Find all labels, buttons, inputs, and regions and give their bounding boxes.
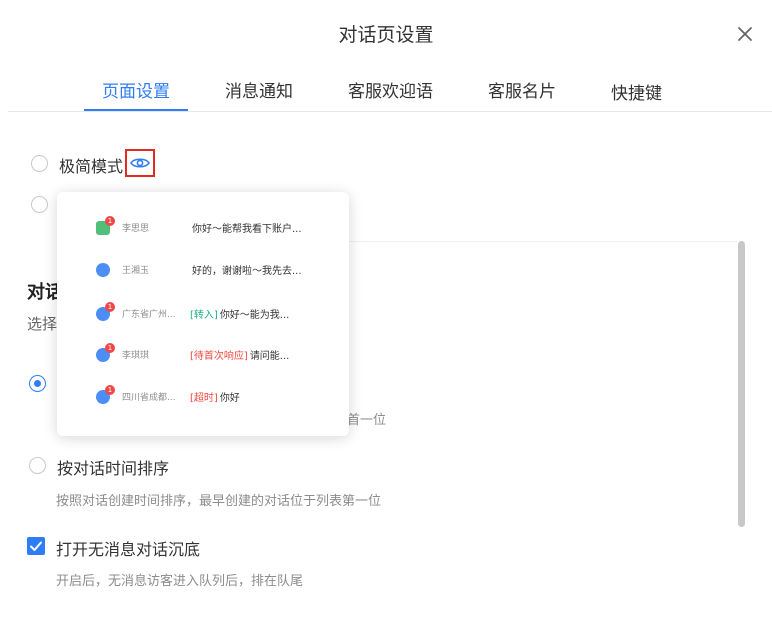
preview-row-message: [转入] 你好～能为我... bbox=[190, 306, 289, 321]
preview-row-message: [超时] 你好 bbox=[190, 389, 240, 404]
preview-row-name: 王湘玉 bbox=[122, 266, 150, 276]
sink-checkbox[interactable] bbox=[27, 537, 45, 555]
preview-row-name: 李思思 bbox=[122, 224, 150, 234]
unread-badge: 1 bbox=[105, 343, 115, 353]
preview-row-text: 好的，谢谢啦～我先去... bbox=[192, 266, 302, 277]
tab-divider bbox=[8, 111, 772, 112]
preview-popup: 1 李思思 你好～能帮我看下账户... 王湘玉 好的，谢谢啦～我先去... 1 … bbox=[57, 192, 349, 436]
preview-row-name: 广东省广州... bbox=[122, 310, 176, 320]
preview-row-tag: [超时] bbox=[190, 393, 218, 404]
sort-by-time-desc: 按照对话创建时间排序，最早创建的对话位于列表第一位 bbox=[56, 494, 382, 509]
eye-icon bbox=[130, 158, 150, 168]
preview-row-text: 你好 bbox=[219, 393, 240, 404]
dialog-title: 对话页设置 bbox=[338, 24, 434, 46]
tab-message-notice[interactable]: 消息通知 bbox=[225, 77, 293, 102]
preview-row-message: 好的，谢谢啦～我先去... bbox=[190, 262, 302, 277]
sort-by-time-label: 按对话时间排序 bbox=[57, 459, 170, 478]
preview-row-name: 李琪琪 bbox=[122, 351, 150, 361]
preview-row: 1 李琪琪 [待首次响应] 请问能... bbox=[57, 343, 349, 373]
tab-bar: 页面设置 消息通知 客服欢迎语 客服名片 快捷键 bbox=[0, 70, 772, 114]
avatar bbox=[96, 263, 110, 277]
tab-shortcuts[interactable]: 快捷键 bbox=[611, 79, 662, 104]
preview-row-text: 请问能... bbox=[249, 351, 290, 362]
minimal-mode-radio[interactable] bbox=[31, 155, 48, 172]
preview-row-name: 四川省成都... bbox=[122, 393, 176, 403]
preview-row-message: 你好～能帮我看下账户... bbox=[190, 220, 302, 235]
tab-agent-card[interactable]: 客服名片 bbox=[488, 77, 556, 102]
unread-badge: 1 bbox=[105, 385, 115, 395]
sort-option1-desc: 首一位 bbox=[347, 413, 387, 428]
scrollbar-thumb[interactable] bbox=[738, 241, 745, 527]
sort-by-time-radio[interactable] bbox=[29, 457, 46, 474]
preview-row-tag: [转入] bbox=[190, 310, 218, 321]
preview-row: 1 广东省广州... [转入] 你好～能为我... bbox=[57, 302, 349, 332]
minimal-mode-label: 极简模式 bbox=[59, 157, 124, 176]
preview-highlight-box[interactable] bbox=[125, 149, 155, 177]
preview-row: 王湘玉 好的，谢谢啦～我先去... bbox=[57, 258, 349, 288]
preview-row: 1 四川省成都... [超时] 你好 bbox=[57, 385, 349, 415]
sink-label: 打开无消息对话沉底 bbox=[56, 540, 201, 559]
preview-row-message: [待首次响应] 请问能... bbox=[190, 347, 289, 362]
standard-mode-radio[interactable] bbox=[31, 196, 48, 213]
sort-option1-radio[interactable] bbox=[29, 375, 46, 392]
checkmark-icon bbox=[30, 541, 42, 551]
preview-row-text: 你好～能帮我看下账户... bbox=[192, 224, 302, 235]
sink-desc: 开启后，无消息访客进入队列后，排在队尾 bbox=[56, 574, 304, 589]
sort-section-subtitle: 选择 bbox=[27, 315, 58, 333]
preview-row-tag: [待首次响应] bbox=[190, 351, 248, 362]
unread-badge: 1 bbox=[105, 302, 115, 312]
tab-page-settings[interactable]: 页面设置 bbox=[102, 77, 170, 102]
close-icon[interactable] bbox=[733, 22, 757, 46]
preview-row-text: 你好～能为我... bbox=[219, 310, 290, 321]
unread-badge: 1 bbox=[105, 216, 115, 226]
preview-row: 1 李思思 你好～能帮我看下账户... bbox=[57, 216, 349, 246]
tab-welcome-message[interactable]: 客服欢迎语 bbox=[348, 77, 433, 102]
